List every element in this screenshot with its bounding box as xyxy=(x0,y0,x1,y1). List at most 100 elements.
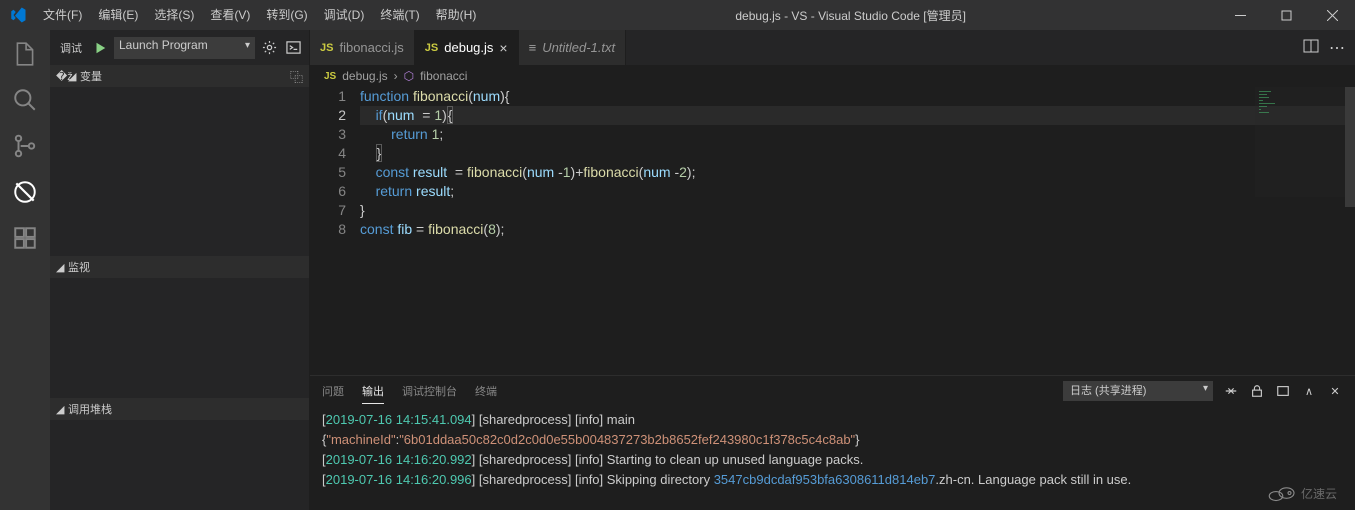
code-line[interactable]: const result = fibonacci(num -1)+fibonac… xyxy=(360,163,1355,182)
watch-header[interactable]: ◢ 监视 xyxy=(50,256,309,278)
gear-icon[interactable] xyxy=(259,38,279,58)
callstack-body xyxy=(50,420,309,510)
collapse-icon[interactable]: ⿻ xyxy=(290,67,303,86)
close-icon[interactable]: ✕ xyxy=(1327,383,1343,399)
close-button[interactable] xyxy=(1309,0,1355,30)
panel-tab[interactable]: 输出 xyxy=(362,379,384,404)
code-line[interactable]: if(num = 1){ xyxy=(360,106,1355,125)
line-number: 7 xyxy=(310,201,346,220)
log-line: {"machineId":"6b01ddaa50c82c0d2c0d0e55b0… xyxy=(322,430,1343,450)
code-content[interactable]: function fibonacci(num){ if(num = 1){ re… xyxy=(360,87,1355,375)
menu-bar: 文件(F)编辑(E)选择(S)查看(V)转到(G)调试(D)终端(T)帮助(H) xyxy=(35,0,484,30)
chevron-up-icon[interactable]: ∧ xyxy=(1301,383,1317,399)
source-control-icon[interactable] xyxy=(11,132,39,160)
chevron-down-icon: ◢ xyxy=(56,261,64,274)
variables-header[interactable]: �ž ◢ 变量 ⿻ xyxy=(50,65,309,87)
menu-item[interactable]: 转到(G) xyxy=(258,0,315,30)
variables-body xyxy=(50,87,309,256)
menu-item[interactable]: 选择(S) xyxy=(146,0,202,30)
debug-console-icon[interactable] xyxy=(283,38,303,58)
code-line[interactable]: function fibonacci(num){ xyxy=(360,87,1355,106)
menu-item[interactable]: 终端(T) xyxy=(372,0,427,30)
clear-icon[interactable] xyxy=(1223,383,1239,399)
window-title: debug.js - VS - Visual Studio Code [管理员] xyxy=(484,7,1217,24)
method-icon: ⬡ xyxy=(404,69,414,83)
log-line: [2019-07-16 14:16:20.992] [sharedprocess… xyxy=(322,450,1343,470)
explorer-icon[interactable] xyxy=(11,40,39,68)
callstack-header[interactable]: ◢ 调用堆栈 xyxy=(50,398,309,420)
menu-item[interactable]: 编辑(E) xyxy=(90,0,146,30)
breadcrumb[interactable]: JS debug.js › ⬡ fibonacci xyxy=(310,65,1355,87)
editor-area: JSfibonacci.jsJSdebug.js×≡Untitled-1.txt… xyxy=(310,30,1355,510)
variables-label: 变量 xyxy=(80,68,102,84)
chevron-down-icon: ◢ xyxy=(68,70,76,83)
code-editor[interactable]: 12345678 function fibonacci(num){ if(num… xyxy=(310,87,1355,375)
start-debug-button[interactable] xyxy=(90,38,110,58)
line-gutter: 12345678 xyxy=(310,87,360,375)
close-icon[interactable]: × xyxy=(499,40,507,56)
scrollbar[interactable] xyxy=(1345,87,1355,207)
code-line[interactable]: return result; xyxy=(360,182,1355,201)
minimap[interactable]: ▬▬▬▬▬▬▬▬▬▬▬▬▬▬▬▬▬▬▬▬▬▬▬▬▬▬▬▬▬▬▬▬▬▬▬ xyxy=(1255,87,1345,197)
watermark: 亿速云 xyxy=(1267,484,1337,502)
panel-tabs: 问题输出调试控制台终端 日志 (共享进程) ∧ ✕ xyxy=(310,376,1355,406)
js-icon: JS xyxy=(324,71,336,82)
maximize-button[interactable] xyxy=(1263,0,1309,30)
editor-tab[interactable]: JS debug.js × xyxy=(415,30,519,65)
split-editor-icon[interactable] xyxy=(1303,38,1319,57)
file-icon: ≡ xyxy=(529,40,537,55)
panel-tab[interactable]: 调试控制台 xyxy=(402,379,457,403)
line-number: 8 xyxy=(310,220,346,239)
code-line[interactable]: } xyxy=(360,144,1355,163)
debug-label: 调试 xyxy=(56,40,86,56)
editor-tab[interactable]: ≡ Untitled-1.txt xyxy=(519,30,627,65)
line-number: 5 xyxy=(310,163,346,182)
panel-tab[interactable]: 终端 xyxy=(475,379,497,403)
open-icon[interactable] xyxy=(1275,383,1291,399)
tabs-actions: ⋯ xyxy=(1303,30,1355,65)
breadcrumb-symbol: fibonacci xyxy=(420,69,467,83)
line-number: 6 xyxy=(310,182,346,201)
bottom-panel: 问题输出调试控制台终端 日志 (共享进程) ∧ ✕ [2019-07-16 14… xyxy=(310,375,1355,510)
callstack-label: 调用堆栈 xyxy=(68,401,112,417)
menu-item[interactable]: 帮助(H) xyxy=(428,0,485,30)
minimize-button[interactable] xyxy=(1217,0,1263,30)
vscode-logo-icon xyxy=(0,6,35,24)
watch-label: 监视 xyxy=(68,259,90,275)
tab-label: debug.js xyxy=(444,40,493,55)
chevron-down-icon: �ž xyxy=(56,70,64,83)
title-bar: 文件(F)编辑(E)选择(S)查看(V)转到(G)调试(D)终端(T)帮助(H)… xyxy=(0,0,1355,30)
extensions-icon[interactable] xyxy=(11,224,39,252)
code-line[interactable]: const fib = fibonacci(8); xyxy=(360,220,1355,239)
lock-icon[interactable] xyxy=(1249,383,1265,399)
menu-item[interactable]: 查看(V) xyxy=(202,0,258,30)
line-number: 4 xyxy=(310,144,346,163)
log-line: [2019-07-16 14:15:41.094] [sharedprocess… xyxy=(322,410,1343,430)
window-controls xyxy=(1217,0,1355,30)
search-icon[interactable] xyxy=(11,86,39,114)
editor-tab[interactable]: JSfibonacci.js xyxy=(310,30,415,65)
tab-label: Untitled-1.txt xyxy=(542,40,615,55)
line-number: 3 xyxy=(310,125,346,144)
log-channel-select[interactable]: 日志 (共享进程) xyxy=(1063,381,1213,401)
js-icon: JS xyxy=(320,42,333,54)
debug-toolbar: 调试 Launch Program xyxy=(50,30,309,65)
line-number: 1 xyxy=(310,87,346,106)
debug-sidebar: 调试 Launch Program �ž ◢ 变量 ⿻ ◢ 监视 ◢ 调用堆栈 xyxy=(50,30,310,510)
menu-item[interactable]: 调试(D) xyxy=(316,0,373,30)
watch-body xyxy=(50,278,309,398)
breadcrumb-file: debug.js xyxy=(342,69,387,83)
more-icon[interactable]: ⋯ xyxy=(1329,38,1345,58)
editor-tabs: JSfibonacci.jsJSdebug.js×≡Untitled-1.txt… xyxy=(310,30,1355,65)
output-body[interactable]: [2019-07-16 14:15:41.094] [sharedprocess… xyxy=(310,406,1355,510)
line-number: 2 xyxy=(310,106,346,125)
panel-tab[interactable]: 问题 xyxy=(322,379,344,403)
debug-icon[interactable] xyxy=(11,178,39,206)
js-icon: JS xyxy=(425,42,438,54)
log-line: [2019-07-16 14:16:20.996] [sharedprocess… xyxy=(322,470,1343,490)
chevron-right-icon: › xyxy=(394,69,398,83)
menu-item[interactable]: 文件(F) xyxy=(35,0,90,30)
code-line[interactable]: } xyxy=(360,201,1355,220)
code-line[interactable]: return 1; xyxy=(360,125,1355,144)
debug-config-select[interactable]: Launch Program xyxy=(114,37,255,59)
